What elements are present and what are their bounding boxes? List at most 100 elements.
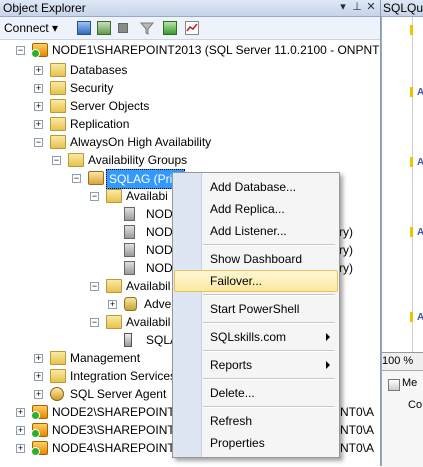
chevron-down-icon: ▾ [48,21,59,35]
submenu-arrow-icon [326,361,330,369]
tree-label: Availabi [126,189,168,203]
menu-item-label: Start PowerShell [210,302,300,316]
zoom-level[interactable]: 100 % [382,354,423,368]
replica-icon [124,243,135,257]
collapse-icon[interactable]: − [90,282,99,291]
submenu-arrow-icon [326,333,330,341]
query-tab[interactable]: SQLQu [381,0,423,17]
expand-icon[interactable]: + [34,102,43,111]
menu-item-properties[interactable]: Properties [174,432,338,454]
expand-icon[interactable]: + [34,390,43,399]
menu-item-add-listener[interactable]: Add Listener... [174,220,338,242]
menu-item-label: Properties [210,436,265,450]
expand-icon[interactable]: + [34,66,43,75]
tree-label: Availabil [126,315,171,329]
expand-icon[interactable]: + [16,426,25,435]
server-icon [31,441,48,456]
menu-item-add-replica[interactable]: Add Replica... [174,198,338,220]
object-explorer-title-bar: Object Explorer ▾ ⊥ ✕ [0,0,380,17]
tree-label: NODE2\SHAREPOINT20 [52,405,189,419]
tree-label: AlwaysOn High Availability [70,135,212,149]
tree-label: NOD [146,207,173,221]
pin-icon[interactable]: ⊥ [350,1,364,14]
menu-item-show-dashboard[interactable]: Show Dashboard [174,248,338,270]
expand-icon[interactable]: + [16,444,25,453]
menu-separator [203,350,335,352]
filter-icon[interactable] [139,21,155,35]
server-icon [31,423,48,438]
tree-label-overflow: NT0\A [340,441,375,455]
collapse-icon[interactable]: − [16,46,25,55]
editor-text-fragment: A [417,227,423,238]
messages-icon [388,379,400,391]
refresh-icon[interactable] [163,21,177,35]
menu-item-start-powershell[interactable]: Start PowerShell [174,298,338,320]
replica-icon [124,207,135,221]
expand-icon[interactable]: + [34,84,43,93]
connect-button[interactable]: Connect ▾ [4,20,58,36]
replica-icon [124,225,135,239]
folder-icon [50,369,66,383]
menu-item-label: Reports [210,358,253,372]
folder-icon [50,117,66,131]
availability-group-icon [88,171,104,185]
tree-label-overflow: ry) [339,243,353,257]
menu-item-label: Add Replica... [210,202,285,216]
menu-item-sqlskills[interactable]: SQLskills.com [174,326,338,348]
query-editor[interactable]: A A A A [382,17,423,353]
folder-icon [50,99,66,113]
disconnect-icon[interactable] [97,21,111,35]
server-icon [31,43,48,58]
collapse-icon[interactable]: − [52,156,61,165]
menu-item-add-database[interactable]: Add Database... [174,176,338,198]
connect-object-icon[interactable] [77,21,91,35]
menu-item-label: SQLskills.com [210,330,287,344]
expand-icon[interactable]: + [34,372,43,381]
tree-label-overflow: ry) [339,225,353,239]
collapse-icon[interactable]: − [72,174,81,183]
editor-text-fragment: A [417,157,423,168]
change-marker [410,157,413,167]
activity-monitor-icon[interactable] [185,21,199,35]
menu-item-delete[interactable]: Delete... [174,382,338,404]
expand-icon[interactable]: + [16,408,25,417]
collapse-icon[interactable]: − [34,138,43,147]
messages-text: Co [408,399,423,411]
expand-icon[interactable]: + [34,120,43,129]
folder-icon [50,135,66,149]
object-explorer-toolbar: Connect ▾ [0,17,380,40]
menu-item-reports[interactable]: Reports [174,354,338,376]
folder-icon [50,63,66,77]
messages-tab[interactable]: Me [402,377,417,389]
menu-separator [203,244,335,246]
tree-label: Databases [70,63,128,77]
tree-label: NODE3\SHAREPOINT20 [52,423,189,437]
menu-item-failover[interactable]: Failover... [174,270,338,292]
menu-separator [203,406,335,408]
editor-text-fragment: A [417,312,423,323]
dropdown-icon[interactable]: ▾ [336,1,350,14]
change-marker [410,25,413,35]
connect-label: Connect [4,21,49,35]
tree-label: Integration Services [70,369,177,383]
server-icon [31,405,48,420]
stop-icon[interactable] [118,23,128,33]
menu-item-label: Failover... [210,274,263,288]
folder-icon [50,81,66,95]
menu-item-label: Delete... [210,386,255,400]
context-menu: Add Database... Add Replica... Add Liste… [172,172,340,458]
results-pane: Me Co [382,370,423,467]
expand-icon[interactable]: + [108,300,117,309]
expand-icon[interactable]: + [34,354,43,363]
tree-label: Replication [70,117,130,131]
collapse-icon[interactable]: − [90,318,99,327]
collapse-icon[interactable]: − [90,192,99,201]
menu-item-refresh[interactable]: Refresh [174,410,338,432]
folder-icon [106,189,122,203]
menu-item-label: Add Database... [210,180,297,194]
change-marker [410,227,413,237]
tree-label: NODE4\SHAREPOINT20 [52,441,189,455]
change-marker [410,312,413,322]
close-icon[interactable]: ✕ [364,1,378,14]
object-explorer-title: Object Explorer [3,1,86,15]
